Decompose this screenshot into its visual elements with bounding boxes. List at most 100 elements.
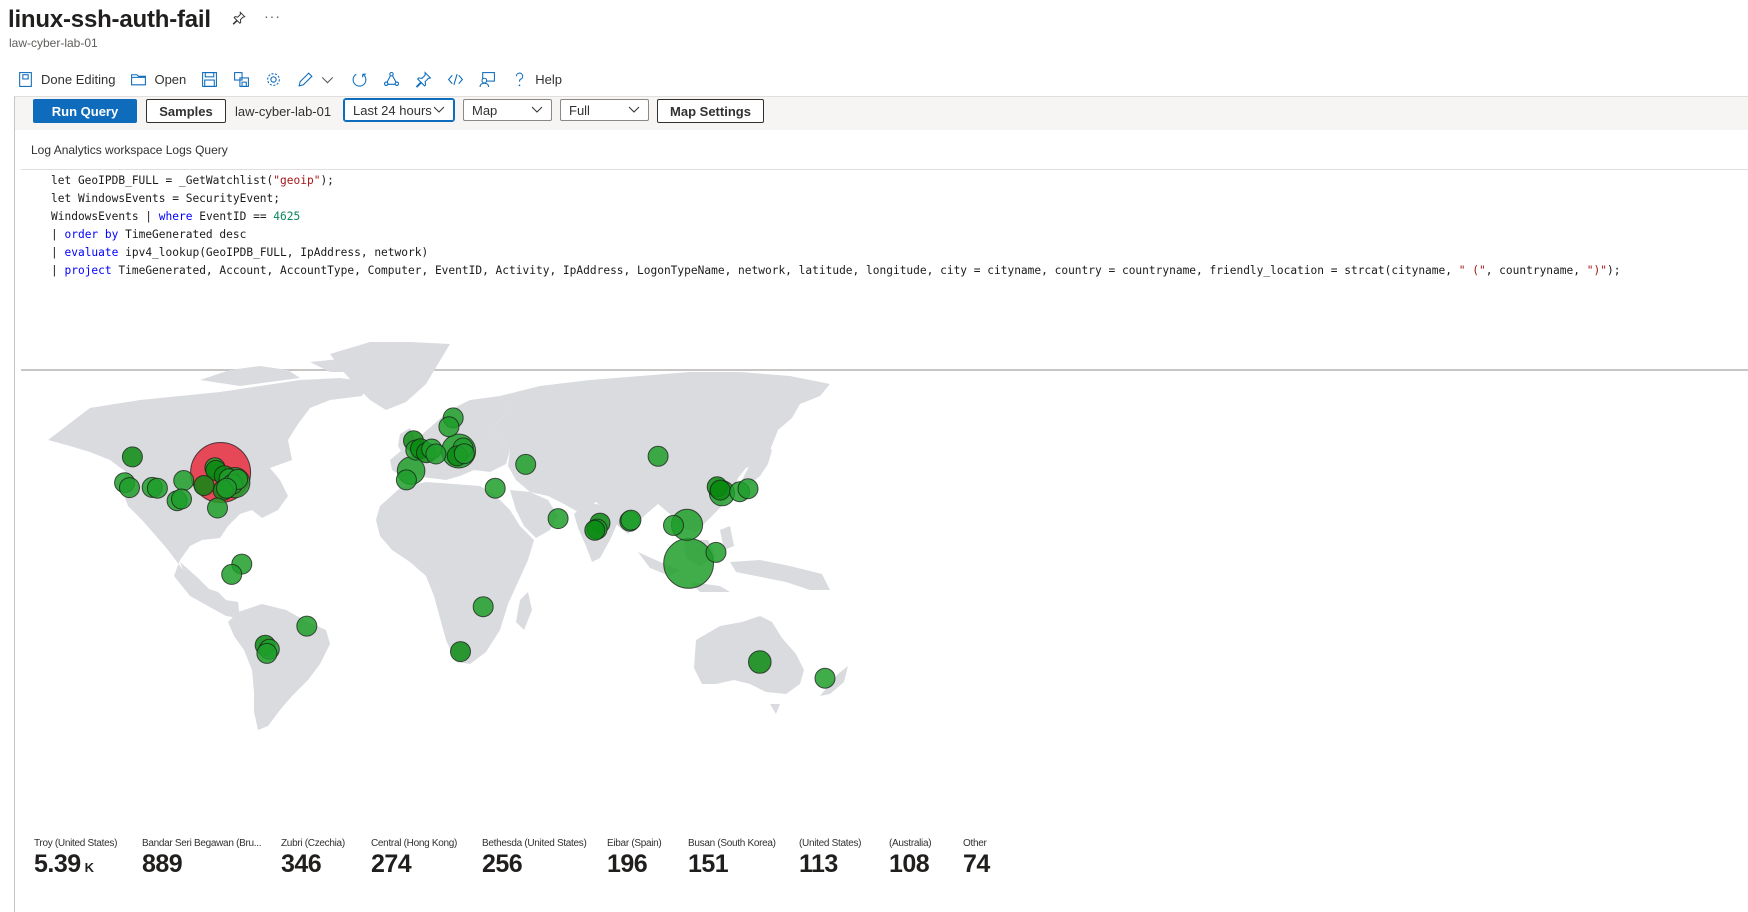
- save-as-icon: [232, 70, 250, 88]
- code-text: );: [320, 174, 334, 187]
- feedback-button[interactable]: [478, 70, 496, 88]
- map-marker[interactable]: Bandar Seri Begawan (Brunei): 889: [663, 538, 714, 589]
- map-marker[interactable]: Switzerland: 60: [425, 443, 447, 465]
- refresh-button[interactable]: [350, 70, 368, 88]
- run-query-button[interactable]: Run Query: [33, 99, 137, 123]
- code-button[interactable]: [446, 70, 464, 88]
- help-button[interactable]: Help: [510, 70, 562, 88]
- code-text: TimeGenerated desc: [118, 228, 247, 241]
- chevron-down-icon: [531, 106, 543, 113]
- legend-item-label: Eibar (Spain): [607, 838, 662, 849]
- map-settings-button[interactable]: Map Settings: [657, 99, 764, 123]
- map-marker[interactable]: (Australia): 108: [748, 650, 772, 674]
- legend-item[interactable]: Central (Hong Kong) 274: [371, 838, 482, 879]
- done-editing-button[interactable]: Done Editing: [16, 70, 115, 88]
- land-africa: [376, 482, 534, 664]
- legend-item-unit: K: [84, 860, 94, 875]
- legend-item[interactable]: Busan (South Korea) 151: [688, 838, 799, 879]
- map-marker[interactable]: Pakistan: 60: [547, 508, 569, 530]
- code-text: |: [51, 264, 65, 277]
- legend-item-label: Zubri (Czechia): [281, 838, 345, 849]
- map-marker[interactable]: New Zealand: 60: [814, 667, 836, 689]
- map-marker[interactable]: South Africa: 60: [450, 641, 471, 663]
- map-marker[interactable]: Russia-W: 60: [515, 453, 537, 475]
- map-marker[interactable]: Texas-2: 60: [171, 488, 192, 510]
- land-greenland: [330, 342, 450, 410]
- legend-item[interactable]: Eibar (Spain) 196: [607, 838, 688, 879]
- map-marker[interactable]: Turkey: 60: [484, 477, 506, 499]
- map-marker[interactable]: Washington: 60: [121, 446, 143, 468]
- pin-icon[interactable]: [232, 11, 246, 28]
- samples-button[interactable]: Samples: [146, 99, 226, 123]
- legend-item-value: 113: [799, 850, 889, 879]
- legend-item-value: 5.39 K: [34, 850, 142, 879]
- map-marker[interactable]: Carolina: 60: [216, 477, 237, 499]
- legend-item-number: 196: [607, 850, 648, 878]
- map-marker[interactable]: Florida: 60: [207, 497, 228, 519]
- share-button[interactable]: [382, 70, 400, 88]
- legend-item[interactable]: Other 74: [963, 838, 1023, 879]
- map-marker[interactable]: Norway: 60: [438, 416, 460, 438]
- code-text: let GeoIPDB_FULL = _GetWatchlist(: [51, 174, 274, 187]
- open-button[interactable]: Open: [129, 70, 186, 88]
- size-select[interactable]: Full: [560, 99, 649, 121]
- code-line[interactable]: | order by TimeGenerated desc: [51, 226, 1620, 244]
- feedback-icon: [478, 70, 496, 88]
- code-line[interactable]: let GeoIPDB_FULL = _GetWatchlist("geoip"…: [51, 172, 1620, 190]
- legend-item[interactable]: Bandar Seri Begawan (Bru... 889: [142, 838, 281, 879]
- map-marker[interactable]: Japan-2: 60: [737, 478, 759, 500]
- legend-item[interactable]: (United States) 113: [799, 838, 889, 879]
- code-line[interactable]: WindowsEvents | where EventID == 4625: [51, 208, 1620, 226]
- map-marker[interactable]: Kansas: 60: [173, 470, 195, 491]
- map-marker[interactable]: Arizona-2: 60: [146, 477, 168, 499]
- legend-item-value: 889: [142, 850, 281, 879]
- map-marker[interactable]: Argentina-3: 40: [256, 642, 278, 664]
- save-button[interactable]: [200, 70, 218, 88]
- legend-item[interactable]: (Australia) 108: [889, 838, 963, 879]
- code-text: WindowsEvents |: [51, 210, 159, 223]
- legend-item-label: Busan (South Korea): [688, 838, 776, 849]
- query-title: Log Analytics workspace Logs Query: [31, 143, 228, 157]
- query-code[interactable]: let GeoIPDB_FULL = _GetWatchlist("geoip"…: [51, 172, 1620, 280]
- legend-item-value: 151: [688, 850, 799, 879]
- workspace-label: law-cyber-lab-01: [235, 104, 332, 119]
- map-marker[interactable]: Thailand: 60: [663, 514, 684, 536]
- map-marker[interactable]: Missouri: 60: [193, 475, 215, 496]
- edit-button[interactable]: [296, 70, 314, 88]
- code-text: TimeGenerated, Account, AccountType, Com…: [111, 264, 1459, 277]
- legend-item-label: (Australia): [889, 838, 932, 849]
- pin-button[interactable]: [414, 70, 432, 88]
- workspace-subtitle: law-cyber-lab-01: [9, 36, 98, 50]
- legend-item[interactable]: Troy (United States) 5.39 K: [34, 838, 142, 879]
- gear-icon: [264, 70, 282, 88]
- legend-item-value: 196: [607, 850, 688, 879]
- edit-dropdown[interactable]: [318, 70, 336, 88]
- toolbar: Done Editing Open Help: [16, 68, 576, 90]
- legend-item[interactable]: Zubri (Czechia) 346: [281, 838, 371, 879]
- settings-button[interactable]: [264, 70, 282, 88]
- map-marker[interactable]: Portugal: 60: [395, 469, 417, 491]
- visualization-value: Map: [472, 102, 498, 118]
- legend-item[interactable]: Bethesda (United States) 256: [482, 838, 607, 879]
- visualization-select[interactable]: Map: [463, 99, 552, 121]
- map-marker[interactable]: Zambia: 60: [472, 596, 494, 618]
- map-marker[interactable]: Ecuador: 40: [221, 563, 243, 585]
- time-range-select[interactable]: Last 24 hours: [343, 98, 455, 122]
- map-marker[interactable]: Brazil: 40: [296, 615, 318, 637]
- map-marker[interactable]: Philippines: 60: [705, 541, 727, 563]
- map-marker[interactable]: India-3: 60: [584, 519, 606, 541]
- world-map[interactable]: Troy (United States): 5390Bandar Seri Be…: [30, 300, 930, 820]
- map-marker[interactable]: Hungary: 60: [453, 443, 475, 465]
- code-line[interactable]: | evaluate ipv4_lookup(GeoIPDB_FULL, IpA…: [51, 244, 1620, 262]
- help-label: Help: [535, 71, 563, 87]
- map-marker[interactable]: California-2: 60: [119, 477, 140, 499]
- help-icon: [510, 70, 528, 88]
- map-marker[interactable]: Bangladesh: 60: [620, 509, 642, 531]
- code-line[interactable]: | project TimeGenerated, Account, Accoun…: [51, 262, 1620, 280]
- more-icon[interactable]: ···: [264, 8, 281, 24]
- code-line[interactable]: let WindowsEvents = SecurityEvent;: [51, 190, 1620, 208]
- save-as-button[interactable]: [232, 70, 250, 88]
- map-marker[interactable]: Mongolia: 60: [647, 445, 669, 467]
- map-marker[interactable]: Korea-3: 60: [709, 479, 731, 501]
- share-icon: [382, 70, 400, 88]
